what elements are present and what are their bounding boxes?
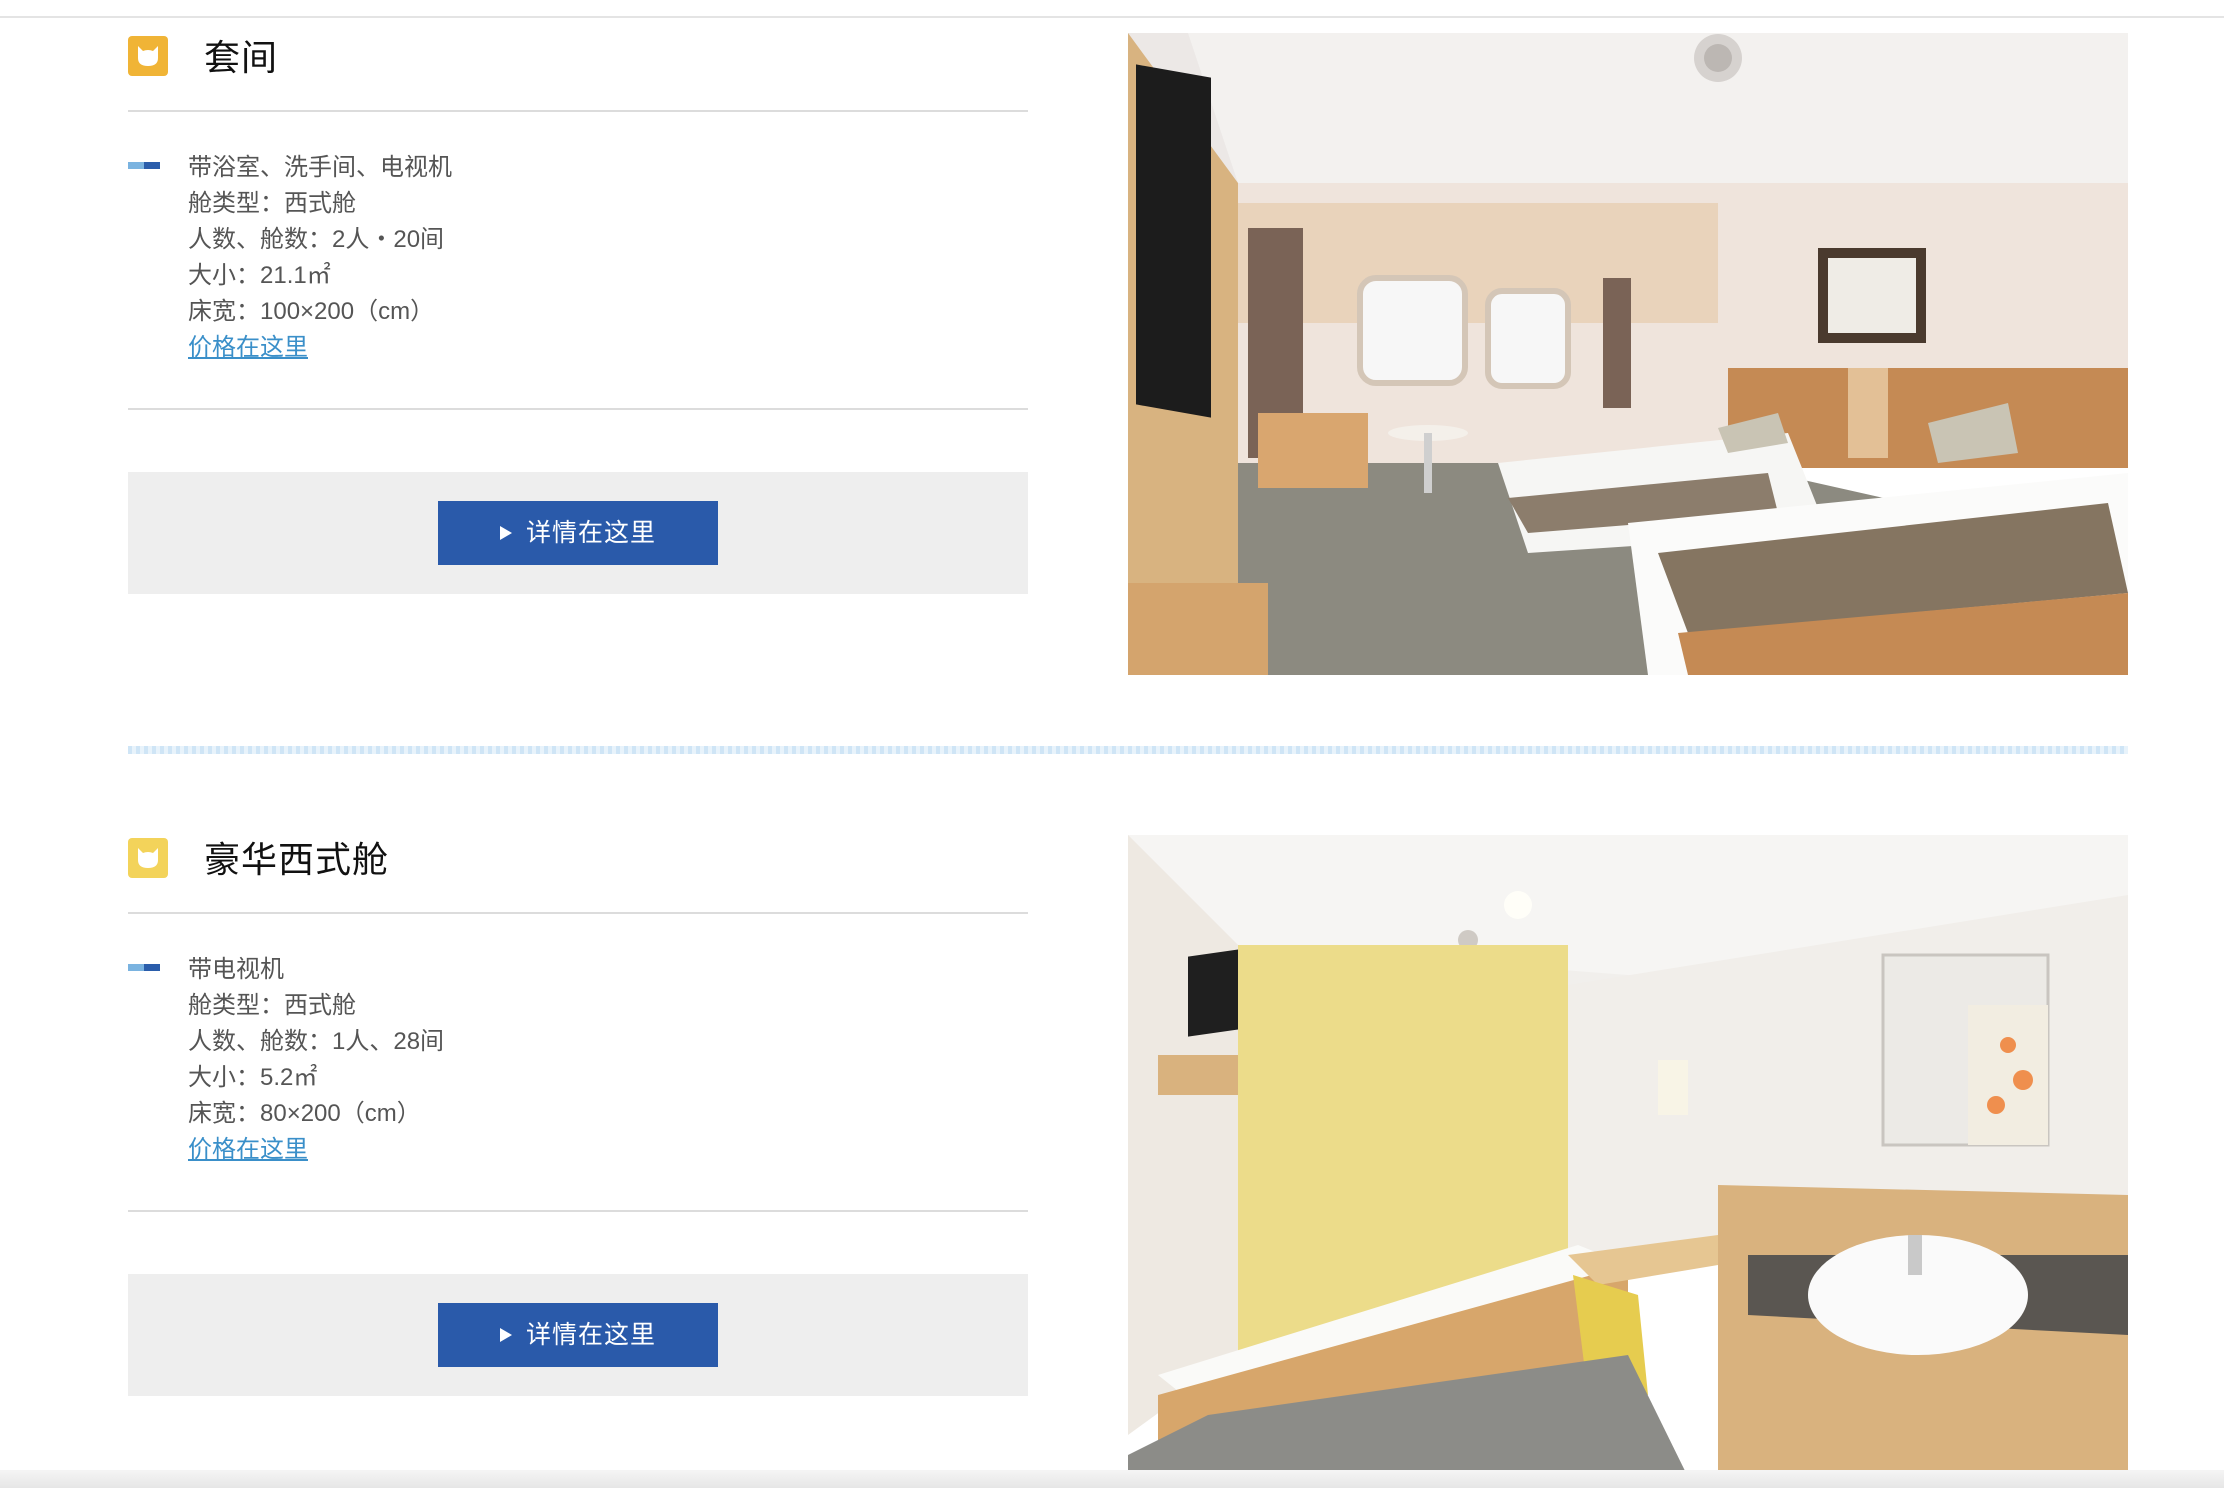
cat-icon bbox=[128, 838, 168, 878]
room-title: 套间 bbox=[204, 37, 279, 78]
room-title-row: 豪华西式舱 bbox=[128, 832, 1028, 892]
size-text: 大小：5.2㎡ bbox=[188, 1064, 318, 1091]
capacity-text: 人数、舱数：1人、28间 bbox=[188, 1028, 445, 1055]
bed-width-text: 床宽：80×200（cm） bbox=[188, 1100, 421, 1127]
info-divider bbox=[128, 1210, 1028, 1212]
price-link[interactable]: 价格在这里 bbox=[188, 1132, 308, 1168]
room-title: 豪华西式舱 bbox=[204, 839, 390, 880]
room-title-row: 套间 bbox=[128, 30, 1028, 90]
cabin-type-text: 舱类型：西式舱 bbox=[188, 992, 356, 1019]
button-area: 详情在这里 bbox=[128, 472, 1028, 594]
title-divider bbox=[128, 110, 1028, 112]
bullet-icon bbox=[128, 162, 160, 169]
cabin-type-text: 舱类型：西式舱 bbox=[188, 190, 356, 217]
button-area: 详情在这里 bbox=[128, 1274, 1028, 1396]
details-button-label: 详情在这里 bbox=[525, 1321, 656, 1349]
details-button[interactable]: 详情在这里 bbox=[438, 501, 718, 565]
page-bottom-edge bbox=[0, 1470, 2224, 1488]
play-triangle-icon bbox=[499, 1328, 512, 1342]
info-divider bbox=[128, 408, 1028, 410]
details-button[interactable]: 详情在这里 bbox=[438, 1303, 718, 1367]
amenities-text: 带电视机 bbox=[188, 956, 284, 983]
size-text: 大小：21.1㎡ bbox=[188, 262, 331, 289]
section-separator bbox=[128, 746, 2128, 754]
amenities-text: 带浴室、洗手间、电视机 bbox=[188, 154, 452, 181]
cat-icon bbox=[128, 36, 168, 76]
top-divider bbox=[0, 16, 2224, 18]
room-photo-suite bbox=[1128, 33, 2128, 675]
bed-width-text: 床宽：100×200（cm） bbox=[188, 298, 435, 325]
room-photo-deluxe bbox=[1128, 835, 2128, 1477]
bullet-icon bbox=[128, 964, 160, 971]
capacity-text: 人数、舱数：2人・20间 bbox=[188, 226, 445, 253]
play-triangle-icon bbox=[499, 526, 512, 540]
details-button-label: 详情在这里 bbox=[525, 519, 656, 547]
price-link[interactable]: 价格在这里 bbox=[188, 330, 308, 366]
title-divider bbox=[128, 912, 1028, 914]
